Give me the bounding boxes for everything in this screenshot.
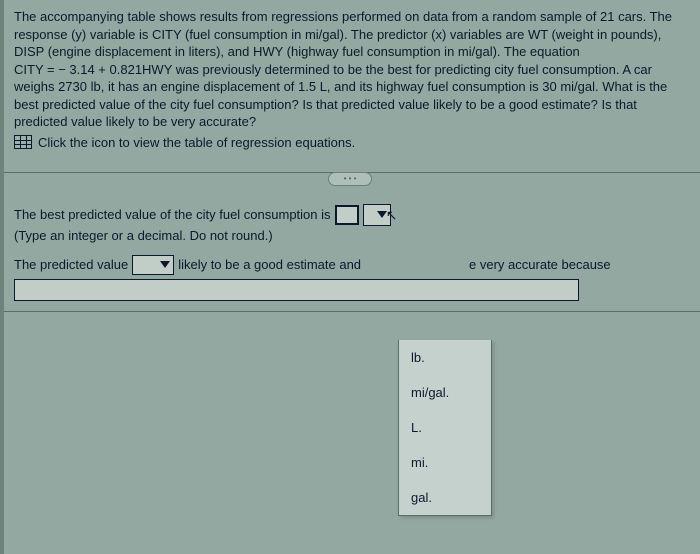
ellipsis-icon: • • • — [344, 174, 357, 183]
regression-table-link[interactable]: Click the icon to view the table of regr… — [14, 135, 686, 150]
regression-table-link-label: Click the icon to view the table of regr… — [38, 135, 355, 150]
unit-dropdown-menu: lb. mi/gal. L. mi. gal. — [398, 340, 492, 516]
good-estimate-line: The predicted value likely to be a good … — [14, 255, 686, 275]
divider-bottom — [0, 311, 700, 312]
line2-prefix: The predicted value — [14, 257, 128, 272]
unit-option-migal[interactable]: mi/gal. — [399, 375, 491, 410]
unit-option-lb[interactable]: lb. — [399, 340, 491, 375]
left-edge-border — [0, 0, 4, 554]
unit-dropdown[interactable]: ↖ — [363, 204, 391, 226]
unit-option-mi[interactable]: mi. — [399, 445, 491, 480]
predicted-value-input[interactable] — [335, 205, 359, 225]
is-isnot-dropdown[interactable] — [132, 255, 174, 275]
unit-option-gal[interactable]: gal. — [399, 480, 491, 515]
cursor-icon: ↖ — [386, 207, 398, 224]
line2-mid: likely to be a good estimate and — [178, 257, 361, 272]
problem-paragraph-2: CITY = − 3.14 + 0.821HWY was previously … — [14, 62, 667, 130]
table-icon — [14, 135, 32, 149]
problem-container: The accompanying table shows results fro… — [0, 0, 700, 158]
predicted-value-line: The best predicted value of the city fue… — [14, 204, 686, 226]
explanation-input[interactable] — [14, 279, 579, 301]
unit-option-l[interactable]: L. — [399, 410, 491, 445]
ellipsis-toggle[interactable]: • • • — [328, 172, 372, 186]
input-hint: (Type an integer or a decimal. Do not ro… — [14, 228, 686, 243]
question-block: The best predicted value of the city fue… — [0, 204, 700, 301]
problem-paragraph-1: The accompanying table shows results fro… — [14, 9, 672, 59]
line2-suffix: e very accurate because — [469, 257, 611, 272]
problem-text: The accompanying table shows results fro… — [14, 8, 686, 131]
pill-row: • • • — [0, 172, 700, 186]
chevron-down-icon — [160, 261, 170, 268]
predicted-value-label: The best predicted value of the city fue… — [14, 207, 331, 222]
